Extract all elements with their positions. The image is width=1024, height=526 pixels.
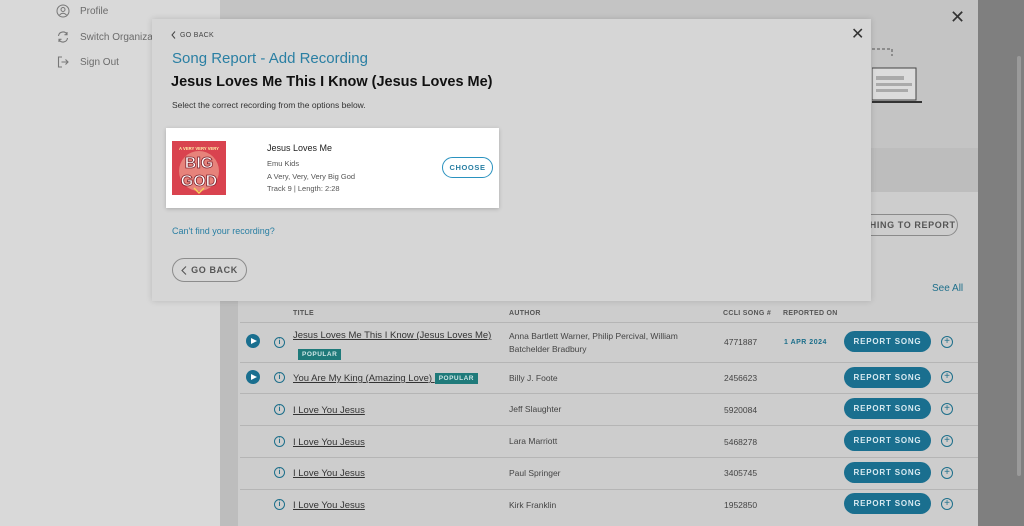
song-title-link[interactable]: I Love You Jesus <box>293 405 365 416</box>
add-icon[interactable]: + <box>941 498 953 510</box>
report-song-button[interactable]: REPORT SONG <box>844 367 931 388</box>
track-number: 9 <box>287 184 292 193</box>
column-header-reported-on: REPORTED ON <box>783 310 838 317</box>
modal-title: Jesus Loves Me This I Know (Jesus Loves … <box>171 74 493 90</box>
modal-subtitle: Song Report - Add Recording <box>172 50 368 67</box>
add-icon[interactable]: + <box>941 467 953 479</box>
album-art-top-text: A VERY VERY VERY <box>179 146 219 151</box>
info-icon[interactable]: i <box>274 467 285 478</box>
go-back-label: GO BACK <box>180 31 214 39</box>
report-song-button[interactable]: REPORT SONG <box>844 430 931 451</box>
report-song-button[interactable]: REPORT SONG <box>844 493 931 514</box>
info-icon[interactable]: i <box>274 404 285 415</box>
row-divider <box>240 489 978 490</box>
song-title-link[interactable]: You Are My King (Amazing Love) POPULAR <box>293 373 478 384</box>
row-divider <box>240 425 978 426</box>
reported-on-date: 1 APR 2024 <box>784 339 827 346</box>
album-art: A VERY VERY VERY BIG GOD <box>172 141 226 195</box>
song-author: Lara Marriott <box>509 436 558 446</box>
go-back-link[interactable]: GO BACK <box>171 31 214 39</box>
switch-icon <box>57 31 69 43</box>
song-author: Jeff Slaughter <box>509 404 562 414</box>
info-icon[interactable]: i <box>274 372 285 383</box>
cant-find-recording-link[interactable]: Can't find your recording? <box>172 226 275 236</box>
info-icon[interactable]: i <box>274 337 285 348</box>
column-header-ccli: CCLI SONG # <box>723 310 772 317</box>
album-art-big-text: BIG <box>185 155 213 172</box>
laptop-illustration-icon <box>872 48 922 103</box>
add-icon[interactable]: + <box>941 371 953 383</box>
row-divider <box>240 362 978 363</box>
modal-instructions: Select the correct recording from the op… <box>172 100 366 110</box>
report-song-button[interactable]: REPORT SONG <box>844 331 931 352</box>
see-all-link[interactable]: See All <box>932 283 963 294</box>
ccli-number: 5920084 <box>724 405 758 415</box>
recording-artist: Emu Kids <box>267 159 300 168</box>
song-author: Kirk Franklin <box>509 500 557 510</box>
length-label: Length: <box>297 184 323 193</box>
add-icon[interactable]: + <box>941 435 953 447</box>
column-header-author: AUTHOR <box>509 310 541 317</box>
add-icon[interactable]: + <box>941 403 953 415</box>
go-back-button-label: GO BACK <box>191 265 238 275</box>
row-divider <box>240 393 978 394</box>
ccli-number: 3405745 <box>724 468 758 478</box>
track-label: Track <box>267 184 286 193</box>
song-author: Anna Bartlett Warner, Philip Percival, W… <box>509 331 678 354</box>
sign-out-icon <box>57 56 69 68</box>
chevron-left-icon <box>171 31 176 39</box>
sidebar-item-label: Profile <box>80 5 109 17</box>
sidebar-item-label: Sign Out <box>80 56 119 68</box>
recording-album: A Very, Very, Very Big God <box>267 172 356 181</box>
song-title-link[interactable]: I Love You Jesus <box>293 437 365 448</box>
scrollbar[interactable] <box>1017 56 1021 476</box>
info-icon[interactable]: i <box>274 499 285 510</box>
row-divider <box>240 457 978 458</box>
popular-badge: POPULAR <box>434 373 478 384</box>
recording-title: Jesus Loves Me <box>267 143 333 153</box>
play-icon[interactable] <box>246 370 260 384</box>
modal-close-icon[interactable]: ✕ <box>851 27 864 43</box>
choose-button[interactable]: CHOOSE <box>442 157 493 178</box>
song-title-link[interactable]: I Love You Jesus <box>293 468 365 479</box>
chevron-left-icon <box>181 265 187 275</box>
background-close-icon[interactable]: ✕ <box>950 8 965 26</box>
song-title-link[interactable]: I Love You Jesus <box>293 500 365 511</box>
info-icon[interactable]: i <box>274 436 285 447</box>
ccli-number: 5468278 <box>724 437 758 447</box>
play-icon[interactable] <box>246 334 260 348</box>
report-song-button[interactable]: REPORT SONG <box>844 398 931 419</box>
recording-length: 2:28 <box>325 184 340 193</box>
album-art-god-text: GOD <box>181 173 217 190</box>
report-song-button[interactable]: REPORT SONG <box>844 462 931 483</box>
sidebar-item-profile[interactable]: Profile <box>56 4 220 18</box>
ccli-number: 2456623 <box>724 373 758 383</box>
person-icon <box>56 4 70 18</box>
column-header-title: TITLE <box>293 310 314 317</box>
row-divider <box>240 322 978 323</box>
song-title-link[interactable]: Jesus Loves Me This I Know (Jesus Loves … <box>293 330 491 341</box>
ccli-number: 1952850 <box>724 500 758 510</box>
add-icon[interactable]: + <box>941 336 953 348</box>
go-back-button[interactable]: GO BACK <box>172 258 247 282</box>
song-author: Billy J. Foote <box>509 373 558 383</box>
song-author: Paul Springer <box>509 468 561 478</box>
ccli-number: 4771887 <box>724 337 758 347</box>
recording-track-info: Track 9 | Length: 2:28 <box>267 184 340 193</box>
